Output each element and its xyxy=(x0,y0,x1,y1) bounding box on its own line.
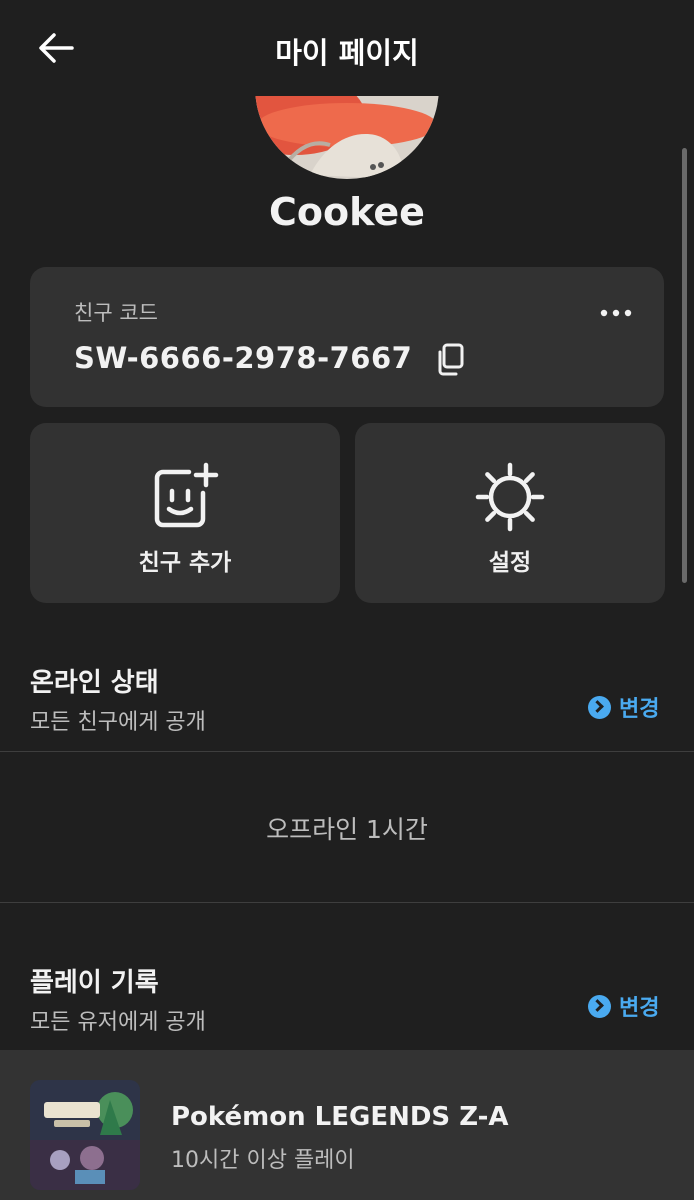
play-history-visibility: 모든 유저에게 공개 xyxy=(30,1010,206,1035)
add-friend-icon xyxy=(147,459,223,535)
online-status-visibility: 모든 친구에게 공개 xyxy=(30,710,206,735)
scrollbar[interactable] xyxy=(682,148,687,583)
play-history-change-button[interactable]: 변경 xyxy=(588,991,659,1021)
gear-icon xyxy=(472,459,548,535)
divider xyxy=(0,902,694,903)
copy-button[interactable] xyxy=(434,343,466,377)
page-title: 마이 페이지 xyxy=(275,36,419,70)
profile-username: Cookee xyxy=(269,190,425,234)
game-playtime: 10시간 이상 플레이 xyxy=(171,1148,355,1173)
chevron-right-circle-icon xyxy=(588,994,611,1018)
friend-code-label: 친구 코드 xyxy=(74,301,158,325)
more-options-button[interactable] xyxy=(596,301,636,325)
top-bar: 마이 페이지 xyxy=(0,0,694,96)
more-horizontal-icon xyxy=(600,309,632,317)
online-status-change-label: 변경 xyxy=(619,697,660,722)
online-status-text: 오프라인 1시간 xyxy=(266,815,428,844)
play-history-title: 플레이 기록 xyxy=(30,968,159,998)
settings-button[interactable]: 설정 xyxy=(355,423,665,603)
friend-code-value: SW-6666-2978-7667 xyxy=(74,341,413,375)
friend-code-card: 친구 코드 SW-6666-2978-7667 xyxy=(30,267,664,407)
play-history-change-label: 변경 xyxy=(619,996,660,1021)
game-thumbnail xyxy=(30,1080,140,1190)
settings-label: 설정 xyxy=(488,550,532,576)
divider xyxy=(0,751,694,752)
copy-icon xyxy=(438,343,464,376)
add-friend-button[interactable]: 친구 추가 xyxy=(30,423,340,603)
add-friend-label: 친구 추가 xyxy=(138,550,232,576)
chevron-right-circle-icon xyxy=(588,695,611,719)
online-status-title: 온라인 상태 xyxy=(30,668,159,698)
game-title: Pokémon LEGENDS Z-A xyxy=(171,1102,509,1132)
game-list-item[interactable]: Pokémon LEGENDS Z-A 10시간 이상 플레이 xyxy=(0,1050,694,1200)
online-status-change-button[interactable]: 변경 xyxy=(588,692,659,722)
